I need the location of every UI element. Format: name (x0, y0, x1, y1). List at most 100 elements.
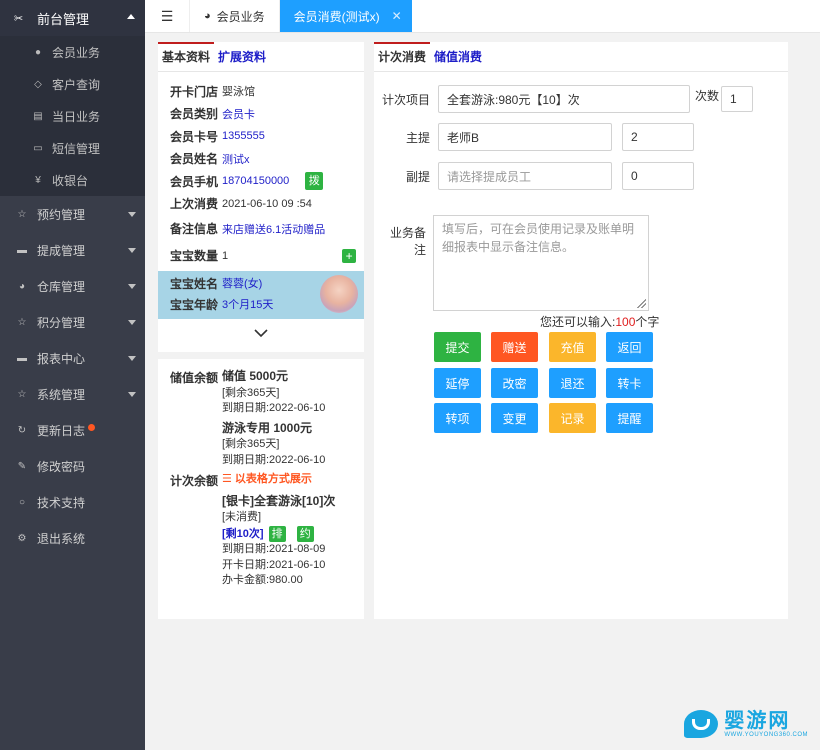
note-textarea[interactable]: 填写后，可在会员使用记录及账单明细报表中显示备注信息。 (433, 215, 649, 311)
balance-card: 储值余额 储值 5000元 [剩余365天] 到期日期:2022-06-10 游… (158, 359, 364, 619)
document-icon: ▤ (33, 110, 43, 122)
refund-button[interactable]: 退还 (549, 368, 596, 398)
tab-basic-info[interactable]: 基本资料 (158, 42, 215, 71)
main-staff-select[interactable]: 老师B (438, 123, 612, 151)
sidebar-item-sms[interactable]: ▭ 短信管理 (0, 132, 145, 164)
sidebar-item-label: 当日业务 (52, 109, 101, 124)
field-label: 宝宝数量 (170, 249, 219, 263)
vice-count-input[interactable]: 0 (622, 162, 694, 190)
count-remain: [剩10次] (222, 527, 264, 540)
modify-button[interactable]: 变更 (491, 403, 538, 433)
menu-warehouse[interactable]: ◕ 仓库管理 (0, 268, 145, 304)
stored-remain: [剩余365天] (222, 438, 280, 450)
field-value[interactable]: 18704150000 (222, 175, 289, 187)
submit-button[interactable]: 提交 (434, 332, 481, 362)
transfer-card-button[interactable]: 转卡 (606, 368, 653, 398)
count-amount: 办卡金额:980.00 (222, 574, 303, 586)
tab-member-business[interactable]: ◕ 会员业务 (189, 0, 279, 32)
stored-balance: 储值余额 储值 5000元 [剩余365天] 到期日期:2022-06-10 游… (170, 369, 352, 468)
postpone-button[interactable]: 延停 (434, 368, 481, 398)
close-icon[interactable]: ✕ (392, 9, 402, 23)
field-value[interactable]: 来店赠送6.1活动赠品 (222, 221, 325, 237)
caret-down-icon (128, 284, 136, 289)
gift-button[interactable]: 赠送 (491, 332, 538, 362)
menu-commission[interactable]: ▬ 提成管理 (0, 232, 145, 268)
menu-toggle-icon[interactable]: ☰ (145, 0, 189, 32)
tab-count-consume[interactable]: 计次消费 (374, 42, 431, 71)
field-value[interactable]: 测试x (222, 151, 250, 167)
expand-chevron-icon[interactable] (158, 319, 364, 345)
recharge-button[interactable]: 充值 (549, 332, 596, 362)
counter-prefix: 您还可以输入: (540, 315, 616, 329)
sidebar-item-cashier[interactable]: ¥ 收银台 (0, 164, 145, 196)
count-item-row: 计次项目 全套游泳:980元【10】次 次数 1 (380, 85, 754, 113)
sidebar-item-daily-business[interactable]: ▤ 当日业务 (0, 100, 145, 132)
field-phone: 会员手机 18704150000 拨 (158, 170, 364, 193)
change-password-button[interactable]: 改密 (491, 368, 538, 398)
main-count-input[interactable]: 2 (622, 123, 694, 151)
field-card-number: 会员卡号 1355555 (158, 125, 364, 148)
tab-member-consume[interactable]: 会员消费(测试x) ✕ (278, 0, 412, 32)
book-button[interactable]: 约 (296, 525, 314, 542)
field-value[interactable]: 1355555 (222, 130, 265, 142)
stored-title: 储值 5000元 (222, 369, 289, 383)
main-label: 主提 (405, 130, 430, 145)
menu-system[interactable]: ☆ 系统管理 (0, 376, 145, 412)
sidebar-item-label: 客户查询 (52, 77, 101, 92)
sidebar-item-customer-query[interactable]: ◇ 客户查询 (0, 68, 145, 100)
char-counter: 您还可以输入:100个字 (540, 313, 659, 330)
remind-button[interactable]: 提醒 (606, 403, 653, 433)
diamond-icon: ◇ (34, 78, 42, 90)
field-value[interactable]: 会员卡 (222, 106, 255, 122)
tab-extended-info[interactable]: 扩展资料 (214, 42, 270, 71)
notification-dot (88, 423, 96, 431)
times-input[interactable]: 1 (721, 86, 754, 112)
dial-button[interactable]: 拨 (305, 172, 324, 191)
field-value[interactable]: 蓉蓉(女) (222, 275, 262, 291)
table-view-link[interactable]: ☰ 以表格方式展示 (222, 473, 312, 485)
tab-label: 会员业务 (216, 9, 265, 24)
menu-label: 技术支持 (37, 495, 86, 510)
field-member-type: 会员类别 会员卡 (158, 103, 364, 126)
field-label: 会员手机 (170, 174, 219, 189)
menu-change-password[interactable]: ✎ 修改密码 (0, 448, 145, 484)
caret-up-icon (127, 14, 135, 19)
menu-points[interactable]: ☆ 积分管理 (0, 304, 145, 340)
field-baby-count: 宝宝数量 1 + (158, 242, 364, 269)
menu-support[interactable]: ○ 技术支持 (0, 484, 145, 520)
menu-label: 预约管理 (37, 207, 86, 222)
monitor-icon: ▬ (17, 352, 27, 364)
menu-booking[interactable]: ☆ 预约管理 (0, 196, 145, 232)
return-button[interactable]: 返回 (606, 332, 653, 362)
vice-staff-select[interactable]: 请选择提成员工 (438, 162, 612, 190)
caret-down-icon (128, 248, 136, 253)
message-icon: ▭ (33, 142, 43, 154)
times-label: 次数 (695, 88, 720, 103)
add-baby-button[interactable]: + (342, 248, 357, 263)
schedule-button[interactable]: 排 (268, 525, 286, 542)
field-label: 开卡门店 (170, 84, 219, 99)
tools-icon: ✂ (14, 12, 24, 25)
menu-front-desk[interactable]: ✂ 前台管理 (0, 0, 145, 36)
monitor-icon: ▬ (17, 244, 27, 256)
resize-grip-icon[interactable] (636, 298, 646, 308)
caret-down-icon (128, 356, 136, 361)
transfer-item-button[interactable]: 转项 (434, 403, 481, 433)
menu-reports[interactable]: ▬ 报表中心 (0, 340, 145, 376)
sidebar-item-label: 会员业务 (52, 45, 101, 60)
count-open-date: 开卡日期:2021-06-10 (222, 558, 326, 571)
support-icon: ○ (18, 496, 26, 508)
menu-logout[interactable]: ⚙ 退出系统 (0, 520, 145, 556)
star-icon: ☆ (17, 388, 27, 400)
dashboard-icon: ◕ (204, 10, 211, 22)
sidebar-item-member-business[interactable]: ● 会员业务 (0, 36, 145, 68)
field-value: 2021-06-10 09 :54 (222, 197, 312, 210)
tab-stored-consume[interactable]: 储值消费 (430, 42, 486, 71)
count-item-select[interactable]: 全套游泳:980元【10】次 (438, 85, 690, 113)
submenu: ● 会员业务 ◇ 客户查询 ▤ 当日业务 ▭ 短信管理 ¥ 收银台 (0, 36, 145, 196)
tab-bar: ☰ ◕ 会员业务 会员消费(测试x) ✕ (145, 0, 820, 33)
info-tabs: 基本资料 扩展资料 (158, 42, 364, 72)
user-icon: ● (34, 46, 42, 58)
menu-changelog[interactable]: ↻ 更新日志 (0, 412, 145, 448)
records-button[interactable]: 记录 (549, 403, 596, 433)
